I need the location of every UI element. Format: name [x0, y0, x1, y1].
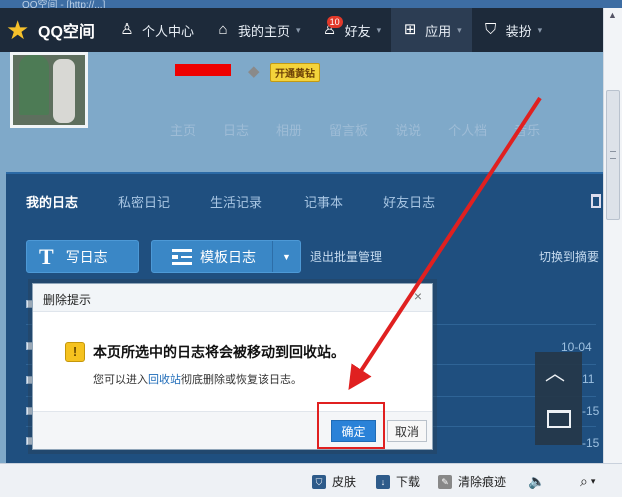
diary-date: -15 [582, 436, 600, 450]
avatar[interactable] [10, 52, 88, 128]
status-label: 皮肤 [332, 475, 357, 489]
tab-notebook[interactable]: 记事本 [304, 192, 343, 211]
nav-item-apps[interactable]: ⊞ 应用 ▾ [391, 8, 472, 52]
logo-text: QQ空间 [38, 24, 95, 41]
person-icon: ♙ [120, 21, 134, 38]
sub-message-text: 彻底删除或恢复该日志。 [181, 374, 302, 386]
vertical-scrollbar[interactable]: ▲ [603, 8, 622, 463]
dialog-body: ! 本页所选中的日志将会被移动到回收站。 您可以进入回收站彻底删除或恢复该日志。 [33, 312, 432, 412]
template-diary-label: 模板日志 [200, 248, 256, 265]
clear-history-button[interactable]: ✎ 清除痕迹 [438, 473, 506, 490]
scrollbar-thumb[interactable] [606, 90, 620, 220]
close-icon[interactable]: × [414, 288, 422, 304]
tab-private-diary[interactable]: 私密日记 [118, 192, 170, 211]
magnifier-icon: ⌕ [580, 473, 588, 489]
dialog-message: 本页所选中的日志将会被移动到回收站。 [93, 344, 345, 360]
template-diary-button[interactable]: 模板日志 ▼ [151, 240, 301, 273]
diary-tabs: 我的日志 私密日记 生活记录 记事本 好友日志 [26, 192, 475, 211]
subnav-item[interactable]: 留言板 [329, 120, 368, 139]
apps-grid-icon: ⊞ [403, 21, 417, 38]
template-list-icon [172, 248, 192, 265]
shirt-icon: ⛉ [312, 474, 326, 489]
dialog-sub-message: 您可以进入回收站彻底删除或恢复该日志。 [93, 371, 302, 387]
subnav-item[interactable]: 音乐 [514, 120, 540, 139]
scroll-up-arrow-icon[interactable]: ▲ [608, 10, 617, 20]
chevron-down-icon: ▾ [537, 24, 543, 35]
shirt-icon: ⛉ [485, 21, 497, 38]
chevron-down-icon: ▾ [376, 24, 382, 35]
status-label: 清除痕迹 [458, 475, 507, 489]
profile-subnav: 主页 日志 相册 留言板 说说 个人档 音乐 [170, 120, 540, 139]
star-logo-icon: ★ [6, 15, 30, 45]
text-t-icon: T [39, 243, 54, 269]
subnav-item[interactable]: 说说 [395, 120, 421, 139]
nav-item-label: 个人中心 [142, 23, 195, 39]
nav-item-label: 好友 [344, 23, 371, 39]
tab-friends-diary[interactable]: 好友日志 [383, 192, 435, 211]
floating-toolbar: ︿ [535, 352, 582, 445]
browser-status-bar: ⛉ 皮肤 ↓ 下载 ✎ 清除痕迹 🔈 ⌕ ▾ [0, 463, 622, 497]
switch-to-summary-link[interactable]: 切换到摘要 [539, 248, 599, 265]
download-icon: ↓ [376, 474, 390, 489]
grip-icon [610, 151, 616, 159]
tab-life-record[interactable]: 生活记录 [210, 192, 262, 211]
qzone-logo[interactable]: ★ QQ空间 [0, 8, 108, 52]
volume-button[interactable]: 🔈 [528, 473, 545, 490]
write-diary-label: 写日志 [65, 248, 108, 265]
diary-date: 11 [582, 372, 595, 386]
broom-icon: ✎ [438, 474, 452, 489]
subnav-item[interactable]: 相册 [276, 120, 302, 139]
chevron-down-icon: ▾ [296, 24, 301, 35]
browser-tab-strip: QQ空间 - [http://...] [0, 0, 622, 11]
download-button[interactable]: ↓ 下载 [376, 473, 420, 490]
annotation-highlight-box [317, 402, 385, 449]
skin-button[interactable]: ⛉ 皮肤 [312, 473, 356, 490]
warning-icon: ! [65, 342, 85, 362]
zoom-button[interactable]: ⌕ ▾ [580, 473, 595, 490]
diamond-icon: ◆ [248, 63, 260, 80]
chevron-down-icon: ▾ [590, 476, 596, 486]
subnav-item[interactable]: 个人档 [448, 120, 487, 139]
back-to-top-icon[interactable]: ︿ [545, 364, 565, 384]
nav-item-dress-up[interactable]: ⛉ 装扮 ▾ [472, 8, 553, 52]
nav-item-label: 我的主页 [238, 23, 291, 39]
subnav-item[interactable]: 日志 [223, 120, 249, 139]
chevron-down-icon: ▾ [457, 24, 462, 35]
write-diary-button[interactable]: T 写日志 [26, 240, 139, 273]
speaker-icon: 🔈 [528, 473, 546, 489]
avatar-figure [19, 55, 49, 115]
nav-item-my-homepage[interactable]: ⌂ 我的主页 ▾ [204, 8, 311, 52]
sub-message-text: 您可以进入 [93, 374, 148, 386]
dialog-title: 删除提示 [43, 293, 92, 307]
nav-item-personal-center[interactable]: ♙ 个人中心 [108, 8, 204, 52]
subnav-item[interactable]: 主页 [170, 120, 196, 139]
cancel-button[interactable]: 取消 [387, 420, 427, 442]
chevron-down-icon[interactable]: ▼ [272, 241, 300, 272]
nav-item-label: 装扮 [505, 23, 532, 39]
diary-date: -15 [582, 404, 600, 418]
nav-item-friends[interactable]: ♙ 10 好友 ▾ [311, 8, 392, 52]
home-icon: ⌂ [218, 21, 228, 38]
profile-header: ◆ 开通黄钻 主页 日志 相册 留言板 说说 个人档 音乐 [0, 52, 603, 172]
recycle-bin-link[interactable]: 回收站 [148, 374, 181, 386]
status-label: 下载 [396, 475, 421, 489]
trash-icon[interactable] [591, 194, 601, 208]
top-navigation: ★ QQ空间 ♙ 个人中心 ⌂ 我的主页 ▾ ♙ 10 好友 ▾ ⊞ 应用 ▾ … [0, 8, 603, 52]
dialog-header: 删除提示 × [33, 284, 432, 312]
tab-my-diary[interactable]: 我的日志 [26, 192, 78, 211]
exit-batch-manage-link[interactable]: 退出批量管理 [310, 248, 382, 265]
feedback-icon[interactable] [547, 410, 571, 428]
notification-badge: 10 [326, 16, 343, 28]
open-vip-button[interactable]: 开通黄钻 [270, 63, 320, 82]
redacted-username [175, 64, 231, 76]
avatar-figure [53, 59, 75, 123]
nav-item-label: 应用 [425, 23, 452, 39]
